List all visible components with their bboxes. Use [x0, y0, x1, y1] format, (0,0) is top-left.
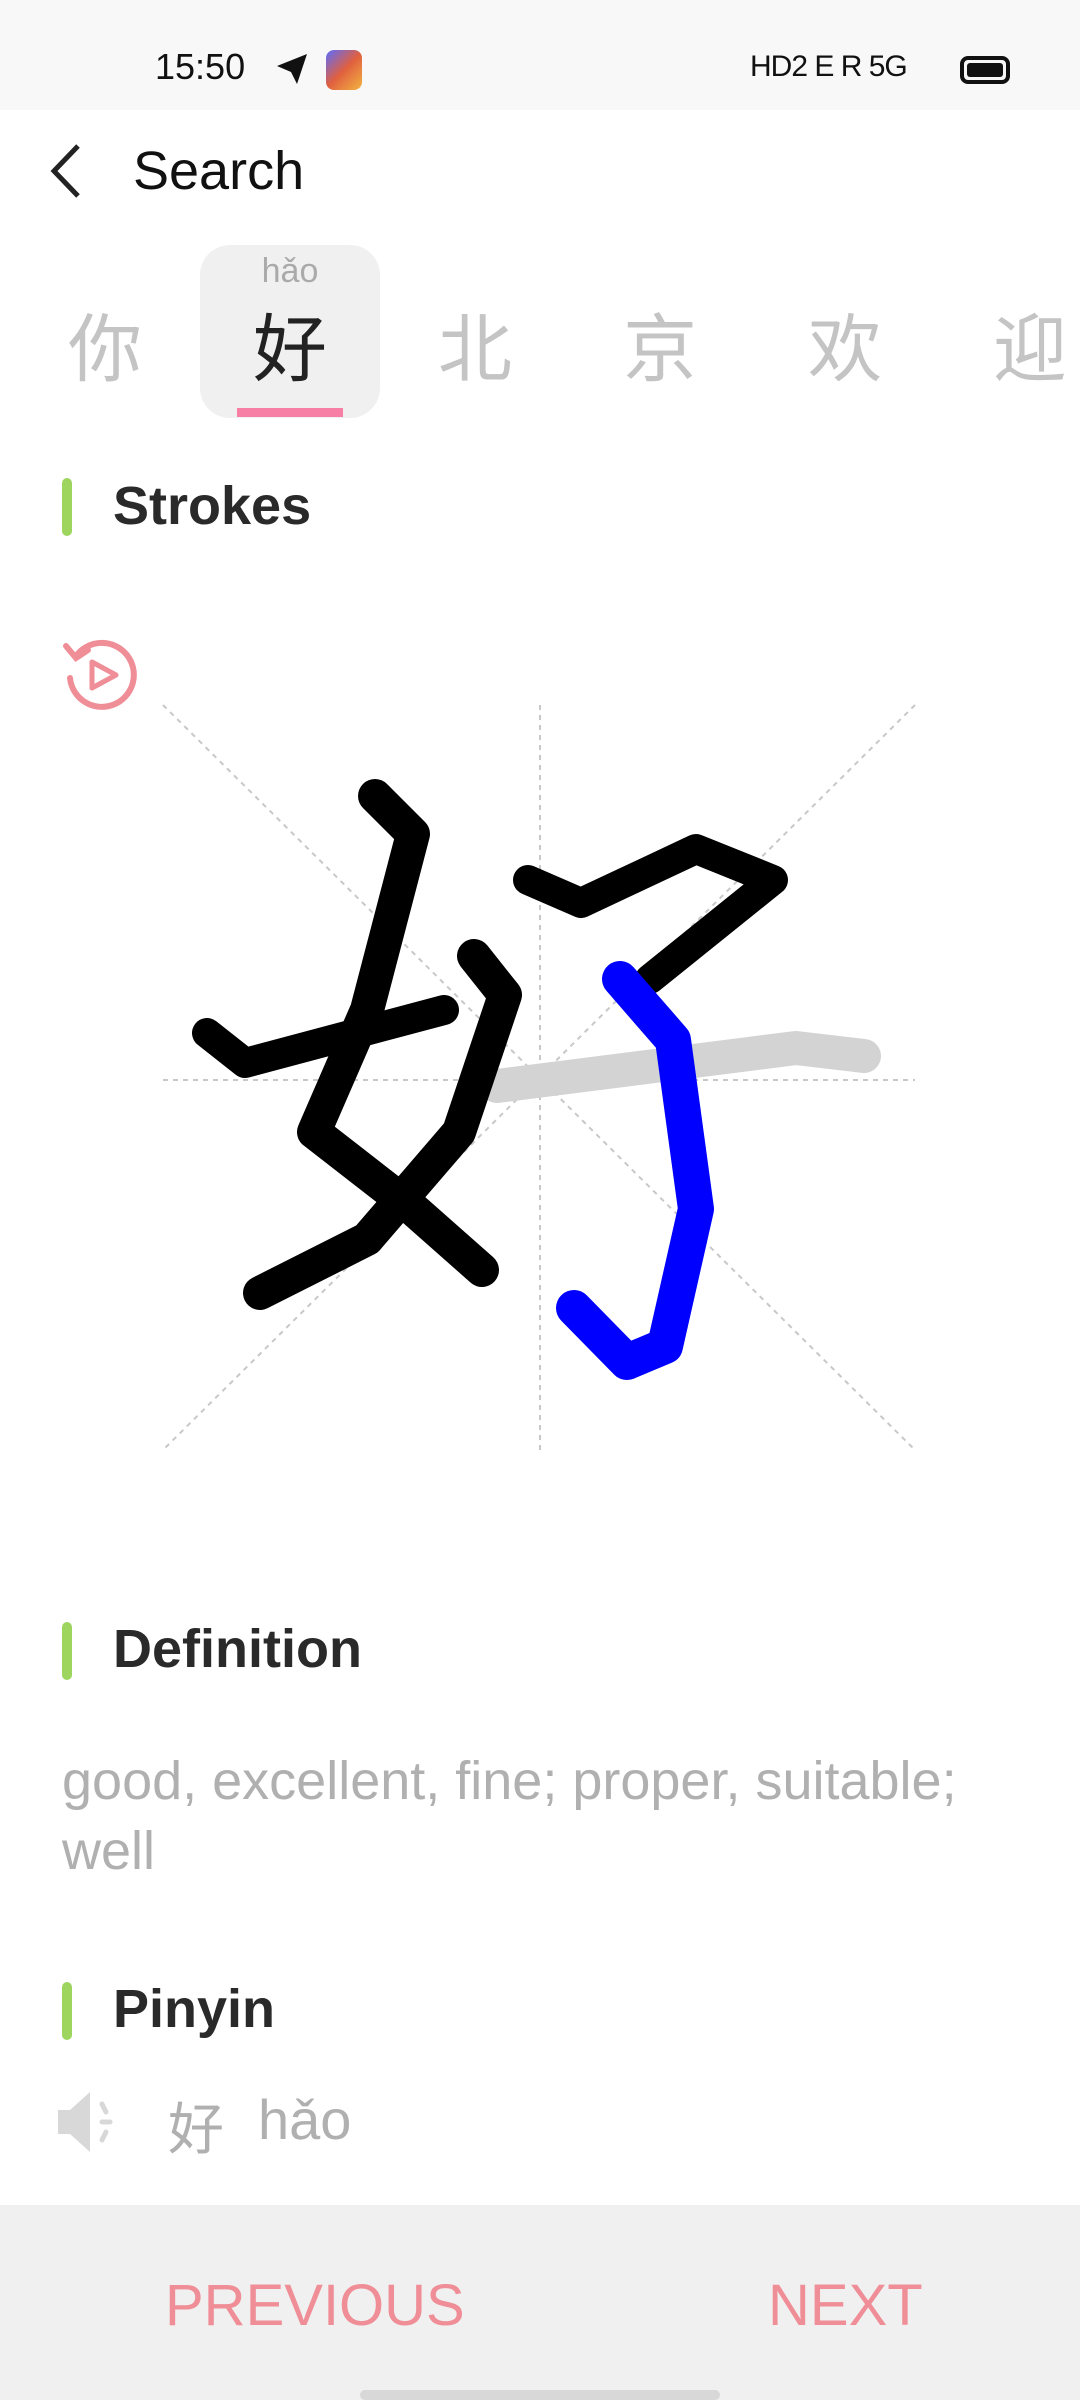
stroke-animation-canvas: [162, 704, 916, 1451]
definition-text: good, excellent, fine; proper, suitable;…: [62, 1751, 957, 1881]
section-bar: [62, 1622, 72, 1680]
stroke-current: [556, 961, 714, 1380]
stroke-4: [513, 834, 788, 994]
definition-heading: Definition: [113, 1619, 362, 1679]
pinyin-heading: Pinyin: [113, 1979, 276, 2039]
pinyin-reading: hǎo: [258, 2088, 352, 2151]
next-button[interactable]: NEXT: [768, 2272, 923, 2339]
stroke-3: [192, 995, 459, 1078]
pinyin-char: 好: [168, 2098, 224, 2163]
section-bar: [62, 1982, 72, 2040]
home-indicator[interactable]: [360, 2390, 720, 2400]
speaker-icon[interactable]: [56, 2090, 116, 2154]
previous-button[interactable]: PREVIOUS: [165, 2272, 465, 2339]
